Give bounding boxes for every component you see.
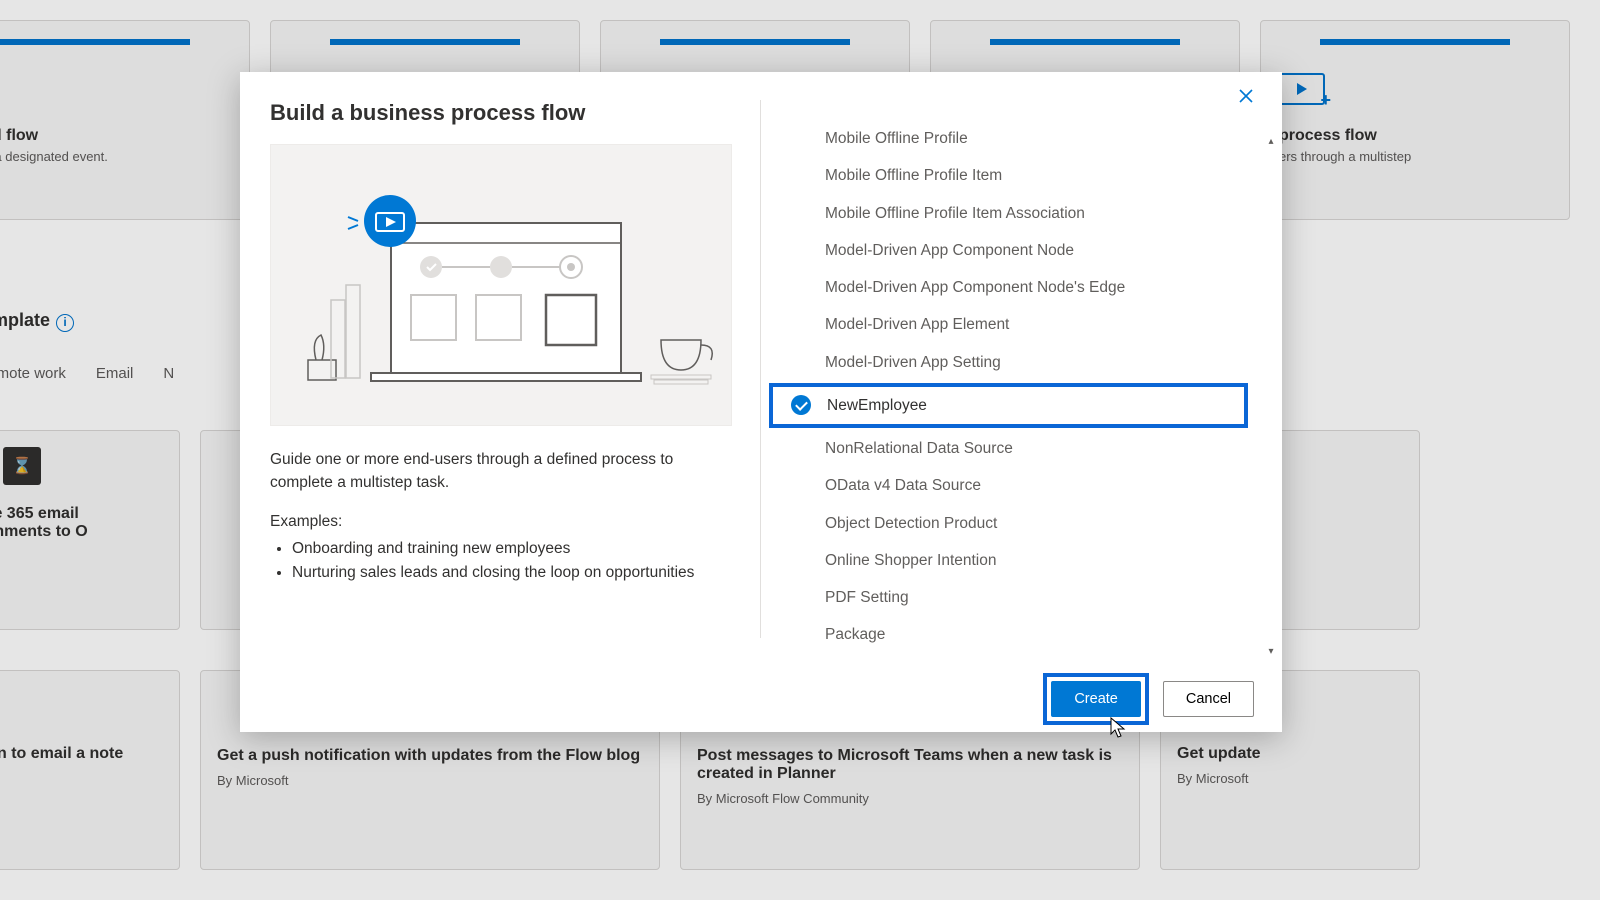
close-icon: [1238, 88, 1254, 104]
create-button[interactable]: Create: [1051, 681, 1141, 717]
entity-option[interactable]: Model-Driven App Setting: [761, 344, 1264, 381]
entity-option[interactable]: Model-Driven App Component Node: [761, 232, 1264, 269]
modal-left-pane: Build a business process flow: [240, 72, 760, 666]
check-icon: [791, 395, 811, 415]
scroll-down-icon[interactable]: ▾: [1264, 646, 1278, 660]
entity-option[interactable]: Mobile Offline Profile Item Association: [761, 195, 1264, 232]
entity-option[interactable]: Online Shopper Intention: [761, 542, 1264, 579]
cancel-button[interactable]: Cancel: [1163, 681, 1254, 717]
entity-option[interactable]: OData v4 Data Source: [761, 467, 1264, 504]
entity-option[interactable]: Model-Driven App Element: [761, 306, 1264, 343]
entity-list[interactable]: Mobile Offline Profile Mobile Offline Pr…: [761, 120, 1264, 666]
entity-option[interactable]: Model-Driven App Component Node's Edge: [761, 269, 1264, 306]
scroll-up-icon[interactable]: ▴: [1264, 136, 1278, 150]
entity-option-selected[interactable]: NewEmployee: [769, 383, 1248, 428]
entity-option[interactable]: PDF Setting: [761, 579, 1264, 616]
mouse-cursor-icon: [1108, 716, 1128, 740]
entity-option[interactable]: Object Detection Product: [761, 505, 1264, 542]
modal-description: Guide one or more end-users through a de…: [270, 448, 730, 495]
example-item: Onboarding and training new employees: [292, 537, 730, 562]
close-button[interactable]: [1230, 80, 1262, 112]
entity-option[interactable]: NonRelational Data Source: [761, 430, 1264, 467]
example-item: Nurturing sales leads and closing the lo…: [292, 561, 730, 586]
entity-label: NewEmployee: [827, 397, 927, 414]
modal-right-pane: ▴ Mobile Offline Profile Mobile Offline …: [761, 72, 1282, 666]
entity-option[interactable]: Mobile Offline Profile Item: [761, 157, 1264, 194]
modal-title: Build a business process flow: [270, 100, 730, 126]
examples-label: Examples:: [270, 513, 730, 531]
entity-option[interactable]: Mobile Offline Profile: [761, 120, 1264, 157]
entity-option[interactable]: Package: [761, 616, 1264, 653]
modal-illustration: [270, 144, 732, 426]
create-button-highlight: Create: [1043, 673, 1149, 725]
build-flow-modal: Build a business process flow: [240, 72, 1282, 732]
